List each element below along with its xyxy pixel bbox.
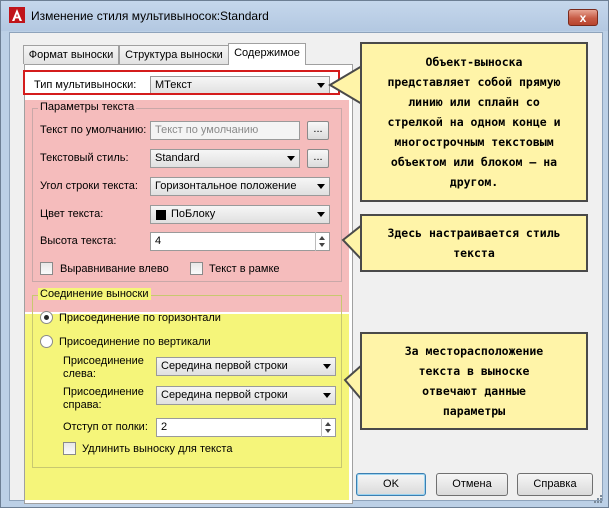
callout-line: другом. (449, 175, 499, 189)
callout-multileader-description: Объект-выноска представляет собой прямую… (360, 42, 588, 202)
callout-line: представляет собой прямую (387, 75, 561, 89)
callout-line: текста в выноске (418, 364, 530, 378)
callout-text-style: Здесь настраивается стиль текста (360, 214, 588, 272)
callout-text-position: За месторасположение текста в выноске от… (360, 332, 588, 430)
callout-line: стрелкой на одном конце и (387, 115, 561, 129)
callout-line: текста (453, 246, 495, 260)
callout-line: многострочным текстовым (394, 135, 554, 149)
callout-line: отвечают данные (422, 384, 526, 398)
callout-line: Здесь настраивается стиль (387, 226, 561, 240)
tab-content[interactable]: Содержимое (228, 43, 306, 65)
callout-line: Объект-выноска (425, 55, 523, 69)
callout-line: линию или сплайн со (408, 95, 540, 109)
callout-line: объектом или блоком – на (390, 155, 558, 169)
callout-pointer-type (328, 64, 363, 106)
resize-grip-icon[interactable] (593, 494, 603, 504)
callout-line: параметры (442, 404, 506, 418)
callout-line: За месторасположение (404, 344, 544, 358)
